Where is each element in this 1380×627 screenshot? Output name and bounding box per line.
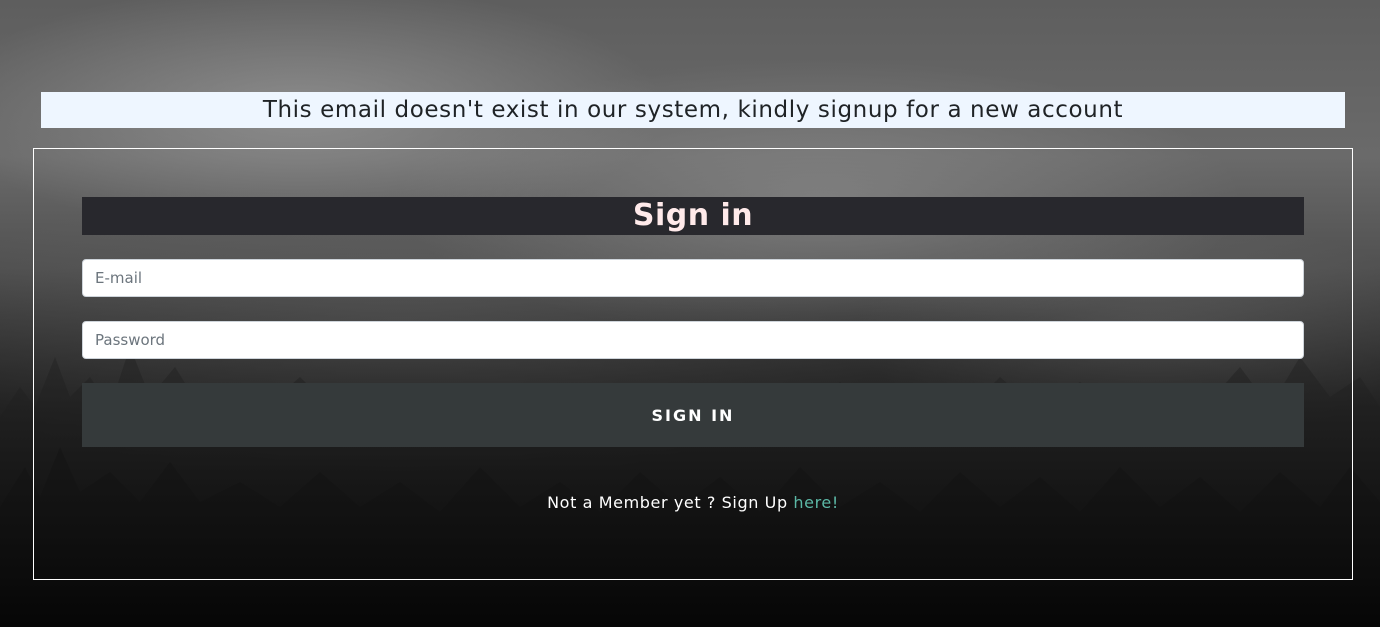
signin-panel: Sign in SIGN IN Not a Member yet ? Sign … — [33, 148, 1353, 580]
signup-prompt: Not a Member yet ? Sign Up here! — [34, 493, 1352, 512]
password-field[interactable] — [82, 321, 1304, 359]
signin-title: Sign in — [82, 197, 1304, 235]
email-field[interactable] — [82, 259, 1304, 297]
signup-link[interactable]: here! — [793, 493, 838, 512]
signup-prompt-text: Not a Member yet ? Sign Up — [547, 493, 794, 512]
error-alert: This email doesn't exist in our system, … — [41, 92, 1345, 128]
signin-button[interactable]: SIGN IN — [82, 383, 1304, 447]
